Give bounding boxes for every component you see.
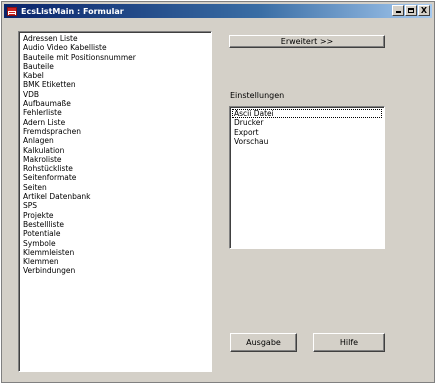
list-item[interactable]: Projekte: [21, 211, 136, 220]
window-controls: X: [392, 5, 430, 16]
list-item[interactable]: Symbole: [21, 239, 136, 248]
list-item[interactable]: SPS: [21, 201, 136, 210]
list-item[interactable]: Verbindungen: [21, 266, 136, 275]
erweitert-button[interactable]: Erweitert >>: [229, 35, 385, 48]
list-item[interactable]: Bauteile mit Positionsnummer: [21, 53, 136, 62]
list-item[interactable]: Kabel: [21, 71, 136, 80]
form-icon: [7, 6, 17, 16]
main-window: EcsListMain : Formular X Adressen Liste A…: [1, 1, 435, 383]
list-item[interactable]: Fehlerliste: [21, 108, 136, 117]
list-item[interactable]: Klemmen: [21, 257, 136, 266]
list-item[interactable]: Rohstückliste: [21, 164, 136, 173]
title-bar[interactable]: EcsListMain : Formular X: [4, 4, 432, 18]
maximize-icon: [408, 8, 414, 13]
maximize-button[interactable]: [405, 5, 417, 16]
list-item[interactable]: Drucker: [232, 118, 382, 127]
settings-label: Einstellungen: [230, 91, 285, 100]
list-item[interactable]: Seiten: [21, 183, 136, 192]
list-item[interactable]: Adressen Liste: [21, 34, 136, 43]
list-item[interactable]: Potentiale: [21, 229, 136, 238]
list-item[interactable]: Seitenformate: [21, 173, 136, 182]
list-item[interactable]: Klemmleisten: [21, 248, 136, 257]
minimize-button[interactable]: [392, 5, 404, 16]
list-item[interactable]: Adern Liste: [21, 118, 136, 127]
list-item[interactable]: BMK Etiketten: [21, 80, 136, 89]
settings-list: Ascii Datei Drucker Export Vorschau: [232, 109, 382, 146]
list-item[interactable]: VDB: [21, 90, 136, 99]
list-item[interactable]: Ascii Datei: [232, 109, 382, 119]
report-listbox[interactable]: Adressen Liste Audio Video Kabelliste Baut…: [18, 31, 212, 372]
list-item[interactable]: Artikel Datenbank: [21, 192, 136, 201]
close-icon: X: [420, 6, 428, 15]
minimize-icon: [396, 11, 401, 13]
settings-listbox[interactable]: Ascii Datei Drucker Export Vorschau: [229, 106, 385, 249]
ausgabe-button[interactable]: Ausgabe: [230, 333, 297, 352]
close-button[interactable]: X: [418, 5, 430, 16]
window-title: EcsListMain : Formular: [21, 6, 124, 16]
list-item[interactable]: Export: [232, 128, 382, 137]
list-item[interactable]: Aufbaumaße: [21, 99, 136, 108]
report-list: Adressen Liste Audio Video Kabelliste Baut…: [21, 34, 136, 276]
list-item[interactable]: Bestellliste: [21, 220, 136, 229]
list-item[interactable]: Makroliste: [21, 155, 136, 164]
list-item[interactable]: Kalkulation: [21, 146, 136, 155]
list-item[interactable]: Audio Video Kabelliste: [21, 43, 136, 52]
list-item[interactable]: Bauteile: [21, 62, 136, 71]
hilfe-button[interactable]: Hilfe: [313, 333, 385, 352]
list-item[interactable]: Vorschau: [232, 137, 382, 146]
list-item[interactable]: Anlagen: [21, 136, 136, 145]
list-item[interactable]: Fremdsprachen: [21, 127, 136, 136]
